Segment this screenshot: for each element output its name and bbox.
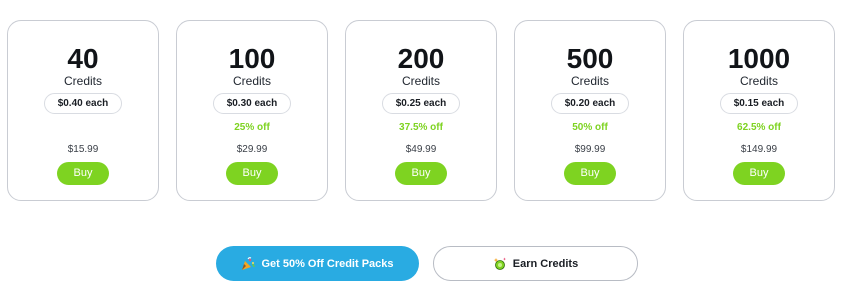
pack-price: $99.99 xyxy=(574,144,606,155)
credit-pack-card: 100 Credits $0.30 each 25% off $29.99 Bu… xyxy=(176,20,328,201)
credit-unit-label: Credits xyxy=(570,74,609,88)
pack-price: $15.99 xyxy=(67,144,99,155)
get-discount-button[interactable]: Get 50% Off Credit Packs xyxy=(216,246,419,281)
credit-pack-card: 40 Credits $0.40 each $15.99 Buy xyxy=(7,20,159,201)
discount-label: 62.5% off xyxy=(737,122,781,133)
buy-button[interactable]: Buy xyxy=(564,162,616,185)
credit-unit-label: Credits xyxy=(63,74,102,88)
per-credit-price-badge: $0.25 each xyxy=(382,93,460,114)
per-credit-price-badge: $0.20 each xyxy=(551,93,629,114)
credits-sparkle-icon xyxy=(493,257,507,271)
credit-unit-label: Credits xyxy=(401,74,440,88)
credit-amount: 500 xyxy=(566,43,614,74)
credit-amount: 1000 xyxy=(727,43,791,74)
credit-pack-card: 1000 Credits $0.15 each 62.5% off $149.9… xyxy=(683,20,835,201)
credit-packs: 40 Credits $0.40 each $15.99 Buy 100 Cre… xyxy=(7,20,835,201)
get-discount-label: Get 50% Off Credit Packs xyxy=(261,257,394,270)
per-credit-price-badge: $0.30 each xyxy=(213,93,291,114)
credit-pack-card: 200 Credits $0.25 each 37.5% off $49.99 … xyxy=(345,20,497,201)
credit-amount: 100 xyxy=(228,43,276,74)
earn-credits-label: Earn Credits xyxy=(512,257,579,270)
per-credit-price-badge: $0.40 each xyxy=(44,93,122,114)
discount-label: 25% off xyxy=(234,122,270,133)
buy-button[interactable]: Buy xyxy=(733,162,785,185)
buy-button[interactable]: Buy xyxy=(57,162,109,185)
buy-button[interactable]: Buy xyxy=(226,162,278,185)
party-popper-icon xyxy=(241,256,255,271)
pack-price: $29.99 xyxy=(236,144,268,155)
credit-unit-label: Credits xyxy=(232,74,271,88)
credit-pack-card: 500 Credits $0.20 each 50% off $99.99 Bu… xyxy=(514,20,666,201)
pack-price: $149.99 xyxy=(740,144,778,155)
credit-unit-label: Credits xyxy=(739,74,778,88)
pack-price: $49.99 xyxy=(405,144,437,155)
credit-amount: 40 xyxy=(67,43,99,74)
buy-button[interactable]: Buy xyxy=(395,162,447,185)
discount-label: 37.5% off xyxy=(399,122,443,133)
credit-actions: Get 50% Off Credit Packs Earn Credits xyxy=(216,246,638,281)
per-credit-price-badge: $0.15 each xyxy=(720,93,798,114)
earn-credits-button[interactable]: Earn Credits xyxy=(433,246,638,281)
credit-amount: 200 xyxy=(397,43,445,74)
discount-label: 50% off xyxy=(572,122,608,133)
